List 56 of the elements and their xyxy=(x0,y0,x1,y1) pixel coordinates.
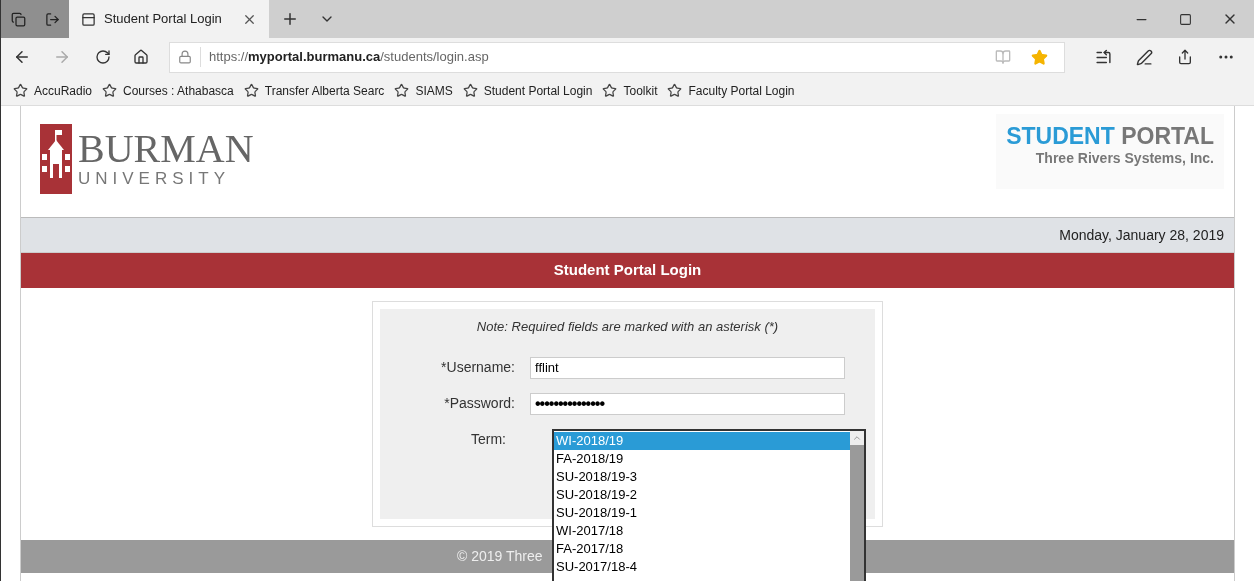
page-title: Student Portal Login xyxy=(553,260,702,281)
favorites-list-icon[interactable] xyxy=(1095,48,1112,66)
star-icon xyxy=(667,83,683,98)
maximize-icon[interactable] xyxy=(1179,12,1192,26)
username-label: *Username: xyxy=(440,358,516,377)
term-label: Term: xyxy=(470,429,507,449)
star-icon xyxy=(394,83,410,98)
footer-text: © 2019 Three xyxy=(457,547,543,566)
favorite-star-icon[interactable] xyxy=(1031,48,1048,66)
share-icon[interactable] xyxy=(1177,49,1193,65)
university-name: BURMAN xyxy=(78,129,254,169)
scrollbar[interactable] xyxy=(850,431,864,581)
term-option[interactable]: SU-2018/19-2 xyxy=(554,486,850,504)
password-label: *Password: xyxy=(443,394,516,413)
set-aside-icon xyxy=(44,11,60,27)
star-icon xyxy=(243,83,259,98)
back-icon[interactable] xyxy=(13,48,31,66)
term-listbox[interactable]: WI-2018/19 FA-2018/19 SU-2018/19-3 SU-2018/19-2 SU-2018/19-1 WI-2017/18 FA-2017/18 SU-2017/18-4 xyxy=(552,429,866,581)
tab-preview-button[interactable] xyxy=(1,0,35,38)
star-icon xyxy=(462,83,478,98)
favorite-link[interactable]: SIAMS xyxy=(394,81,453,100)
portal-title-word: PORTAL xyxy=(1121,123,1214,149)
star-icon xyxy=(102,83,118,98)
term-option[interactable]: SU-2017/18-4 xyxy=(554,558,850,576)
favorite-link[interactable]: Transfer Alberta Searc xyxy=(243,81,385,100)
pen-icon[interactable] xyxy=(1136,48,1153,66)
browser-tab[interactable]: Student Portal Login xyxy=(69,0,269,38)
favorite-link[interactable]: Student Portal Login xyxy=(462,81,593,100)
tab-preview-icon xyxy=(10,11,26,27)
university-crest-icon xyxy=(40,124,72,194)
star-icon xyxy=(13,83,28,98)
term-option[interactable]: SU-2018/19-3 xyxy=(554,468,850,486)
university-word: UNIVERSITY xyxy=(78,169,232,189)
favorite-link[interactable]: Toolkit xyxy=(602,81,658,100)
new-tab-icon[interactable] xyxy=(281,10,299,28)
term-option[interactable]: FA-2018/19 xyxy=(554,450,850,468)
lock-icon xyxy=(178,50,192,64)
star-icon xyxy=(602,83,618,98)
term-option[interactable]: WI-2017/18 xyxy=(554,522,850,540)
password-field[interactable]: ••••••••••••••• xyxy=(530,392,845,415)
home-icon[interactable] xyxy=(133,49,149,65)
username-field[interactable]: fflint xyxy=(530,356,845,379)
date-text: Monday, January 28, 2019 xyxy=(1059,225,1224,245)
portal-company: Three Rivers Systems, Inc. xyxy=(1035,149,1214,168)
required-note: Note: Required fields are marked with an asterisk (*) xyxy=(475,318,780,336)
portal-title-word: STUDENT xyxy=(1006,123,1115,149)
refresh-icon[interactable] xyxy=(95,49,111,65)
set-aside-tabs-button[interactable] xyxy=(35,0,69,38)
favorite-link[interactable]: AccuRadio xyxy=(13,81,93,100)
term-option[interactable]: FA-2017/18 xyxy=(554,540,850,558)
page-icon xyxy=(81,11,96,27)
term-option[interactable]: SU-2018/19-1 xyxy=(554,504,850,522)
address-bar[interactable]: https://myportal.burmanu.ca/students/login.asp xyxy=(169,41,1065,73)
url-text: https://myportal.burmanu.ca/students/login.asp xyxy=(209,48,489,67)
favorite-link[interactable]: Courses : Athabasca xyxy=(102,81,234,100)
favorite-link[interactable]: Faculty Portal Login xyxy=(667,81,795,100)
